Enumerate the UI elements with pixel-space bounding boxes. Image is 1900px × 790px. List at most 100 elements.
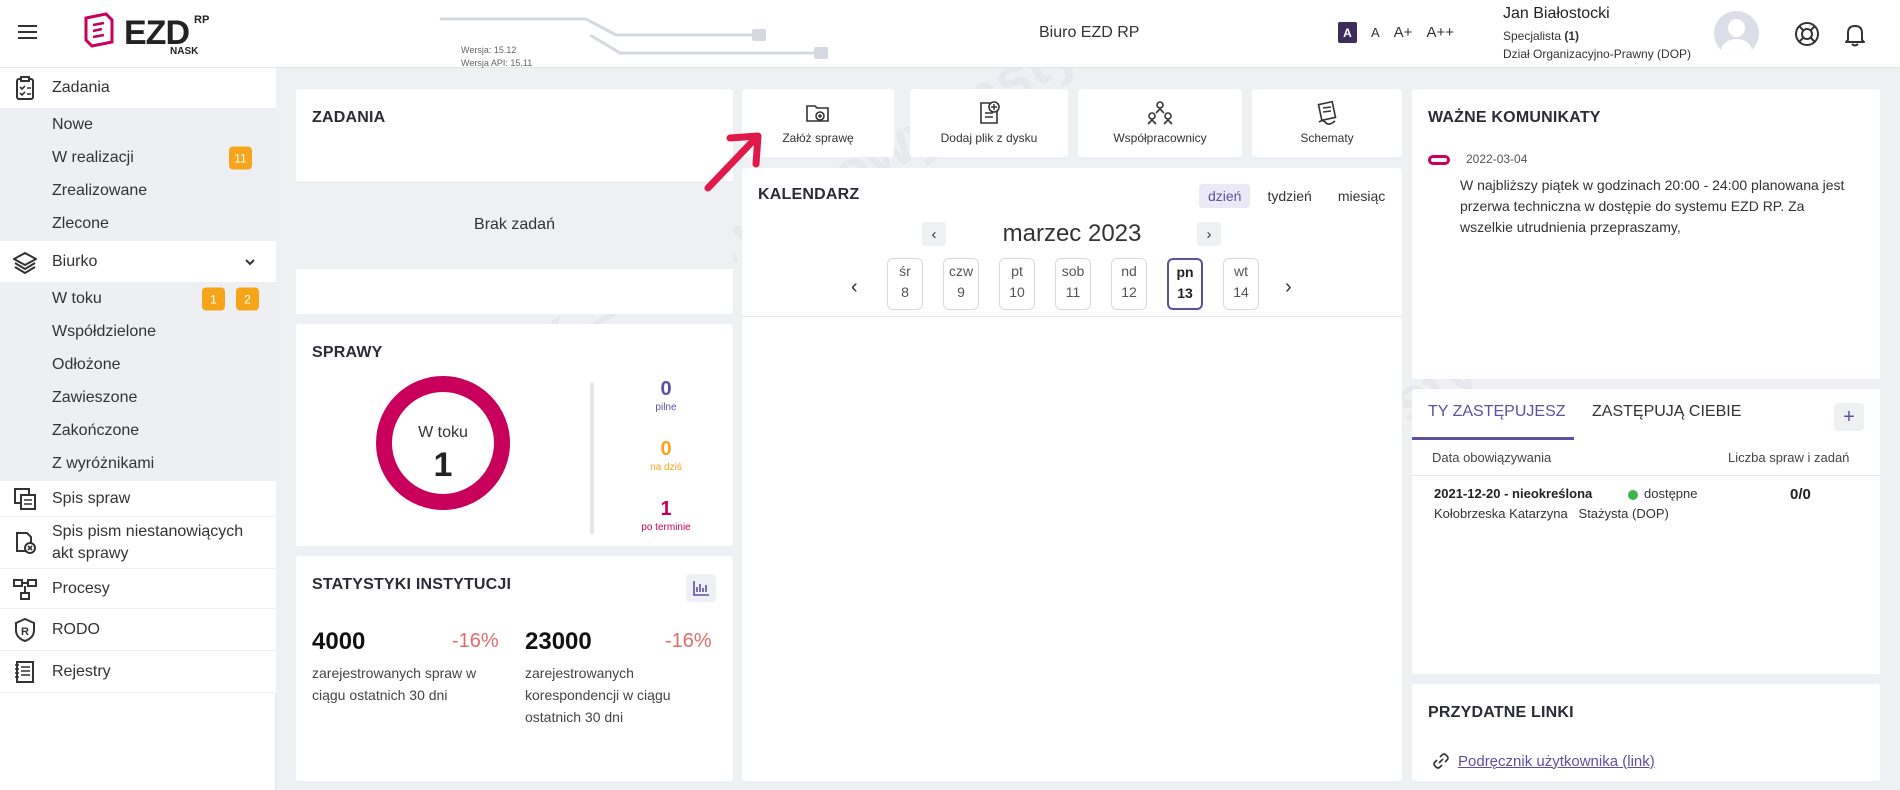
day-cell[interactable]: czw 9 <box>943 258 979 310</box>
day-name: pt <box>1011 263 1023 279</box>
sidebar-item-zakonczone[interactable]: Zakończone <box>0 415 276 448</box>
menu-icon[interactable] <box>18 25 37 39</box>
font-size-normal-button[interactable]: A <box>1338 22 1357 43</box>
day-cell[interactable]: nd 12 <box>1111 258 1147 310</box>
sidebar-item-label: Rejestry <box>52 662 111 680</box>
column-header-count: Liczba spraw i zadań <box>1728 450 1850 465</box>
schemas-button[interactable]: Schematy <box>1252 89 1402 157</box>
sidebar-item-label: Odłożone <box>52 356 121 373</box>
svg-text:R: R <box>21 626 29 638</box>
sidebar-item-spis-pism[interactable]: Spis pism niestanowiących akt sprawy <box>0 517 276 569</box>
view-week-button[interactable]: tydzień <box>1258 184 1320 208</box>
sidebar-item-rejestry[interactable]: Rejestry <box>0 651 276 693</box>
substitution-count: 0/0 <box>1790 486 1811 503</box>
day-cell[interactable]: śr 8 <box>887 258 923 310</box>
sidebar-item-spis-spraw[interactable]: Spis spraw <box>0 481 276 517</box>
day-cell[interactable]: pt 10 <box>999 258 1035 310</box>
stat-na-dzis[interactable]: 0 na dziś <box>626 438 706 473</box>
next-week-arrow[interactable]: › <box>1285 276 1292 299</box>
stat-pilne[interactable]: 0 pilne <box>626 378 706 413</box>
sidebar-item-wspoldzielone[interactable]: Współdzielone <box>0 316 276 349</box>
announcements-panel: WAŻNE KOMUNIKATY 2022-03-04 W najbliższy… <box>1412 89 1880 379</box>
sidebar-item-zawieszone[interactable]: Zawieszone <box>0 382 276 415</box>
cases-donut-chart[interactable] <box>376 376 510 510</box>
next-month-button[interactable]: › <box>1197 222 1221 246</box>
column-header-date: Data obowiązywania <box>1432 450 1552 465</box>
bell-icon[interactable] <box>1841 20 1869 48</box>
view-month-button[interactable]: miesiąc <box>1329 184 1394 208</box>
sidebar-item-z-wyroznikami[interactable]: Z wyróżnikami <box>0 448 276 481</box>
stat-correspondence-description: zarejestrowanych korespondencji w ciągu os… <box>525 662 685 728</box>
day-number: 8 <box>901 284 909 300</box>
user-role-count: (1) <box>1564 29 1580 43</box>
empty-tasks-message: Brak zadań <box>296 181 733 269</box>
user-info[interactable]: Jan Białostocki Specjalista (1) Dział Or… <box>1503 5 1691 63</box>
label-line-2: akt sprawy <box>52 545 129 562</box>
sidebar-item-nowe[interactable]: Nowe <box>0 109 276 142</box>
desc-line: ostatnich 30 dni <box>525 709 624 725</box>
stat-po-terminie[interactable]: 1 po terminie <box>626 498 706 533</box>
add-substitution-button[interactable]: + <box>1834 403 1864 431</box>
panel-title: KALENDARZ <box>758 186 860 203</box>
active-tab-indicator <box>1412 437 1574 440</box>
logo-sub: NASK <box>170 46 199 57</box>
stat-caption: pilne <box>655 402 677 413</box>
panel-title: WAŻNE KOMUNIKATY <box>1428 109 1601 126</box>
stat-correspondence-change: -16% <box>665 630 712 652</box>
tab-ty-zastepujesz[interactable]: TY ZASTĘPUJESZ <box>1428 403 1566 421</box>
day-name: wt <box>1234 263 1248 279</box>
coworkers-button[interactable]: Współpracownicy <box>1078 89 1242 157</box>
panel-title: ZADANIA <box>312 109 386 126</box>
tab-zastepuja-ciebie[interactable]: ZASTĘPUJĄ CIEBIE <box>1592 403 1741 421</box>
app-logo[interactable]: EZD RP NASK <box>82 12 222 57</box>
sidebar-item-odlozone[interactable]: Odłożone <box>0 349 276 382</box>
sidebar-item-label: Współdzielone <box>52 323 157 340</box>
sidebar-item-biurko[interactable]: Biurko <box>0 241 276 283</box>
view-day-button[interactable]: dzień <box>1199 184 1251 208</box>
action-label: Schematy <box>1300 131 1354 145</box>
sidebar-item-zrealizowane[interactable]: Zrealizowane <box>0 175 276 208</box>
institution-stats-panel: STATYSTYKI INSTYTUCJI 4000 -16% zarejest… <box>296 556 733 781</box>
sidebar-item-label: Zadania <box>52 79 110 96</box>
announcement-date: 2022-03-04 <box>1466 152 1528 166</box>
chart-button[interactable] <box>686 574 716 602</box>
sidebar-item-label: Z wyróżnikami <box>52 455 155 472</box>
upload-file-button[interactable]: Dodaj plik z dysku <box>910 89 1068 157</box>
support-icon[interactable] <box>1793 20 1821 48</box>
sidebar-item-rodo[interactable]: R RODO <box>0 609 276 651</box>
day-cell[interactable]: sob 11 <box>1055 258 1091 310</box>
sidebar-item-zlecone[interactable]: Zlecone <box>0 208 276 241</box>
font-size-small-button[interactable]: A <box>1371 25 1380 40</box>
layers-icon <box>13 251 37 274</box>
count-badge: 1 <box>202 287 225 311</box>
useful-links-panel: PRZYDATNE LINKI Podręcznik użytkownika (… <box>1412 684 1880 781</box>
prev-month-button[interactable]: ‹ <box>922 222 946 246</box>
prev-week-arrow[interactable]: ‹ <box>851 276 858 299</box>
sidebar-item-w-realizacji[interactable]: W realizacji 11 <box>0 142 276 175</box>
day-number: 11 <box>1065 284 1081 300</box>
sidebar-item-w-toku[interactable]: W toku 1 2 <box>0 283 276 316</box>
documents-icon <box>16 531 36 554</box>
day-cell-today[interactable]: pn 13 <box>1167 258 1203 310</box>
link-row: Podręcznik użytkownika (link) <box>1432 752 1655 770</box>
day-name: śr <box>899 263 911 279</box>
tasks-panel: ZADANIA Brak zadań <box>296 89 733 314</box>
api-version-label: Wersja API: 15.11 <box>461 58 533 68</box>
rodo-shield-icon: R <box>15 617 35 642</box>
donut-label: W toku <box>418 424 468 441</box>
schema-icon <box>1317 100 1337 125</box>
avatar[interactable] <box>1714 11 1759 56</box>
chevron-down-icon[interactable] <box>243 255 257 269</box>
font-size-large-button[interactable]: A+ <box>1394 24 1413 41</box>
font-size-xlarge-button[interactable]: A++ <box>1426 24 1454 41</box>
day-cell[interactable]: wt 14 <box>1223 258 1259 310</box>
day-number: 10 <box>1009 284 1025 300</box>
substitutions-panel: TY ZASTĘPUJESZ ZASTĘPUJĄ CIEBIE + Data o… <box>1412 389 1880 674</box>
user-role-text: Specjalista <box>1503 29 1565 43</box>
sidebar-item-procesy[interactable]: Procesy <box>0 569 276 609</box>
day-name: pn <box>1176 264 1194 280</box>
day-number: 12 <box>1121 284 1137 300</box>
user-role: Specjalista (1) <box>1503 27 1691 45</box>
sidebar-item-zadania[interactable]: Zadania <box>0 68 276 109</box>
user-manual-link[interactable]: Podręcznik użytkownika (link) <box>1458 753 1655 770</box>
